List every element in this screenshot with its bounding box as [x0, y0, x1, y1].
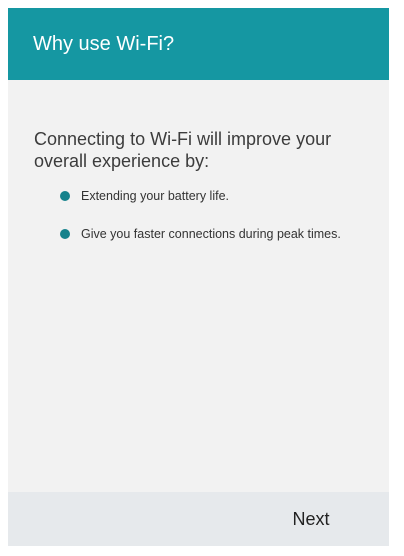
title-bar: Why use Wi-Fi?	[8, 8, 389, 80]
content-area: Connecting to Wi-Fi will improve your ov…	[8, 80, 389, 492]
list-item-text: Extending your battery life.	[81, 189, 229, 203]
intro-text: Connecting to Wi-Fi will improve your ov…	[34, 129, 332, 171]
list-item-text: Give you faster connections during peak …	[81, 227, 341, 241]
list-item: Extending your battery life.	[57, 188, 341, 204]
benefits-list: Extending your battery life. Give you fa…	[57, 188, 341, 264]
list-item: Give you faster connections during peak …	[57, 226, 341, 242]
wifi-info-dialog: Why use Wi-Fi? Connecting to Wi-Fi will …	[8, 8, 389, 546]
next-button[interactable]: Next	[270, 492, 352, 546]
page-title: Why use Wi-Fi?	[33, 32, 175, 55]
bullet-dot-icon	[60, 191, 70, 201]
bullet-dot-icon	[60, 229, 70, 239]
footer-bar: Next	[8, 492, 389, 546]
